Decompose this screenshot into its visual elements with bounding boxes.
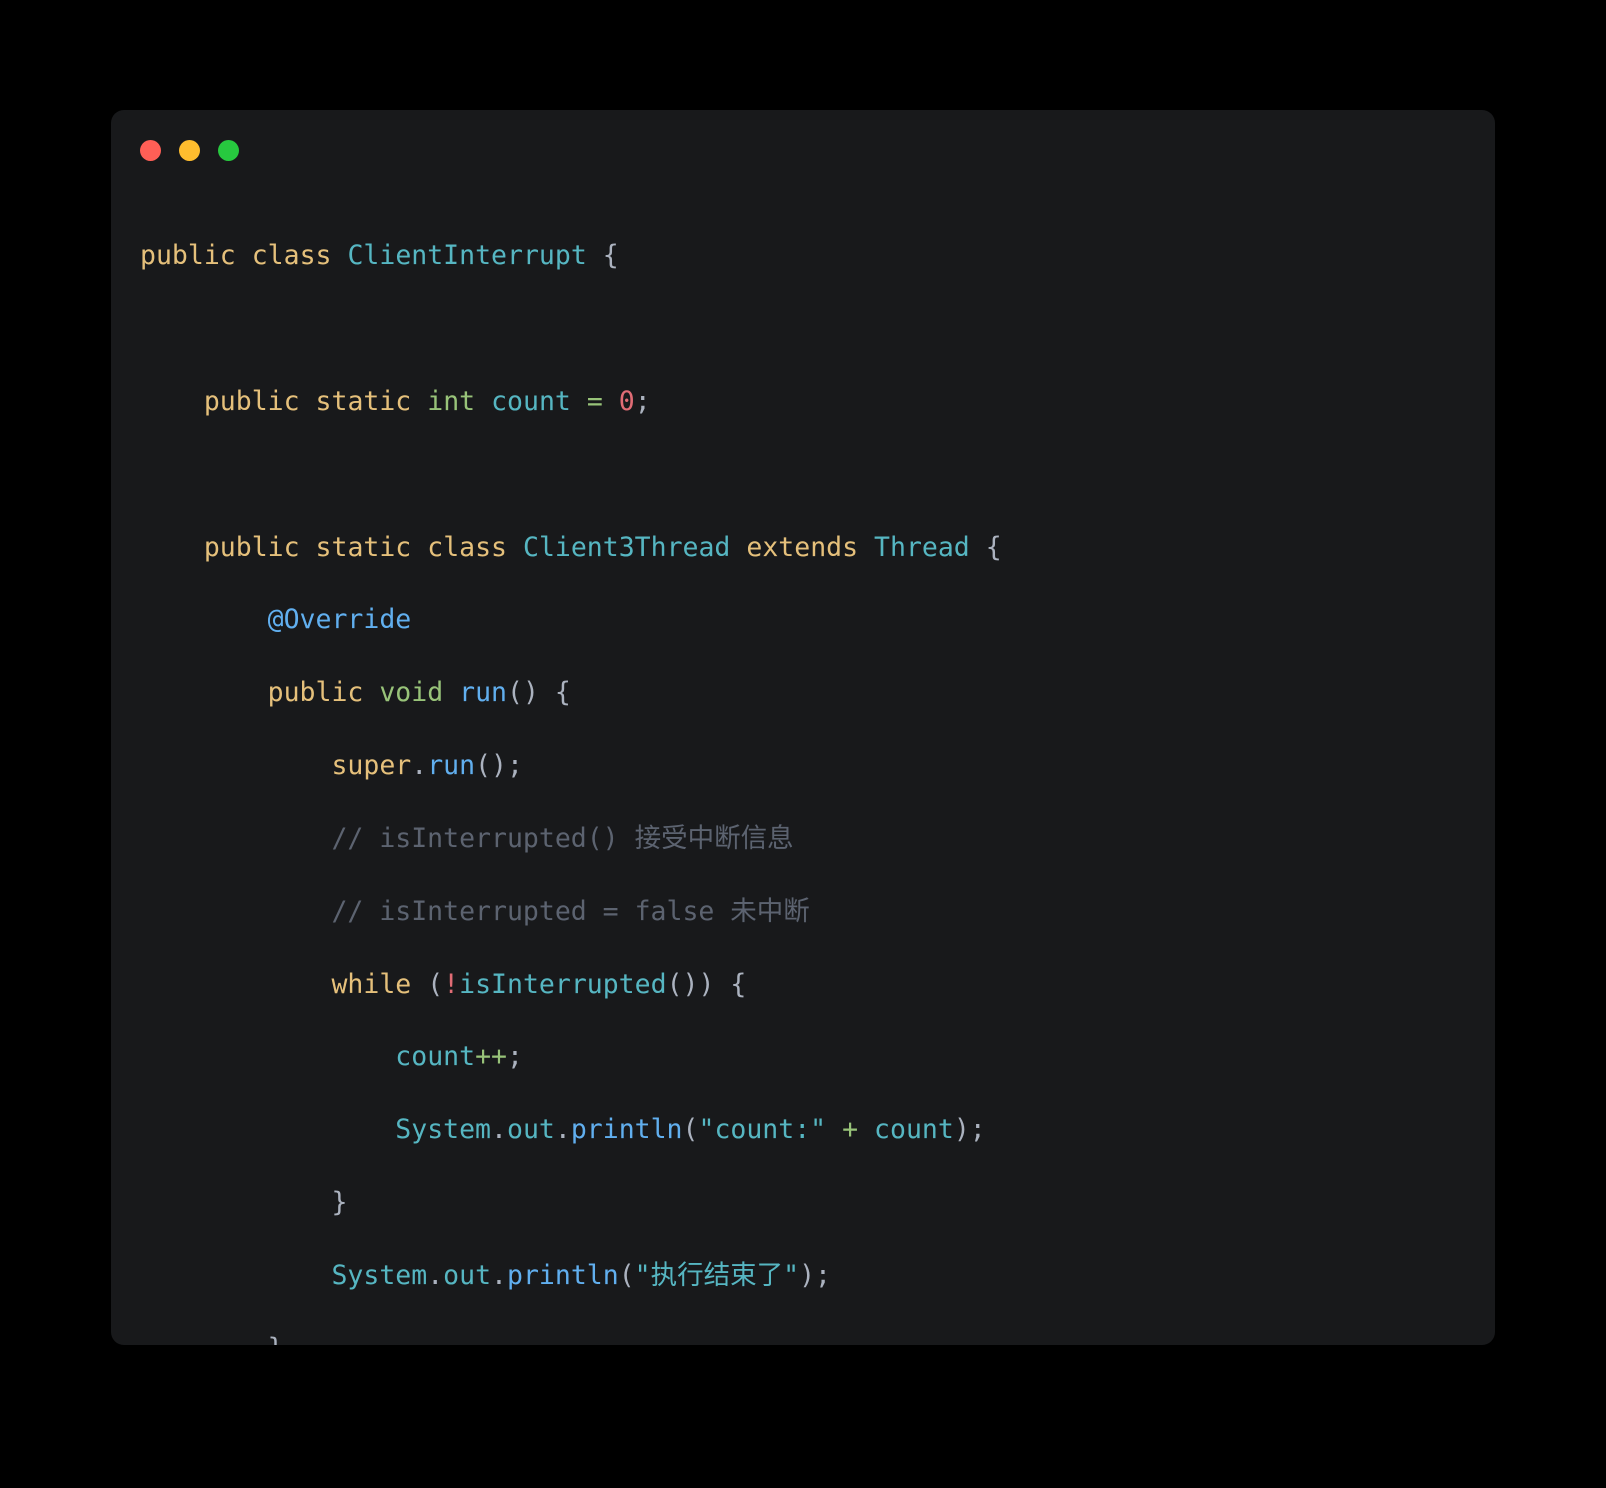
code-line: // isInterrupted() 接受中断信息 <box>331 822 794 854</box>
minimize-button[interactable] <box>179 140 200 161</box>
maximize-button[interactable] <box>218 140 239 161</box>
code-line: public static int count = 0; <box>203 386 651 418</box>
code-line: super.run(); <box>331 750 523 782</box>
code-line: public class ClientInterrupt { <box>140 240 619 272</box>
code-line: System.out.println("count:" + count); <box>395 1114 986 1146</box>
code-line: public void run() { <box>267 677 571 709</box>
close-button[interactable] <box>140 140 161 161</box>
code-line: @Override <box>267 604 412 636</box>
code-block: public class ClientInterrupt { public st… <box>140 202 1485 1345</box>
code-window: public class ClientInterrupt { public st… <box>111 110 1495 1345</box>
code-line: } <box>331 1186 348 1218</box>
code-line: public static class Client3Thread extend… <box>203 531 1002 563</box>
code-line: System.out.println("执行结束了"); <box>331 1259 831 1291</box>
code-line: count++; <box>395 1041 523 1073</box>
code-line: } <box>140 1331 1485 1345</box>
code-line: // isInterrupted = false 未中断 <box>331 895 810 927</box>
window-titlebar <box>140 140 239 161</box>
code-line: while (!isInterrupted()) { <box>331 968 747 1000</box>
